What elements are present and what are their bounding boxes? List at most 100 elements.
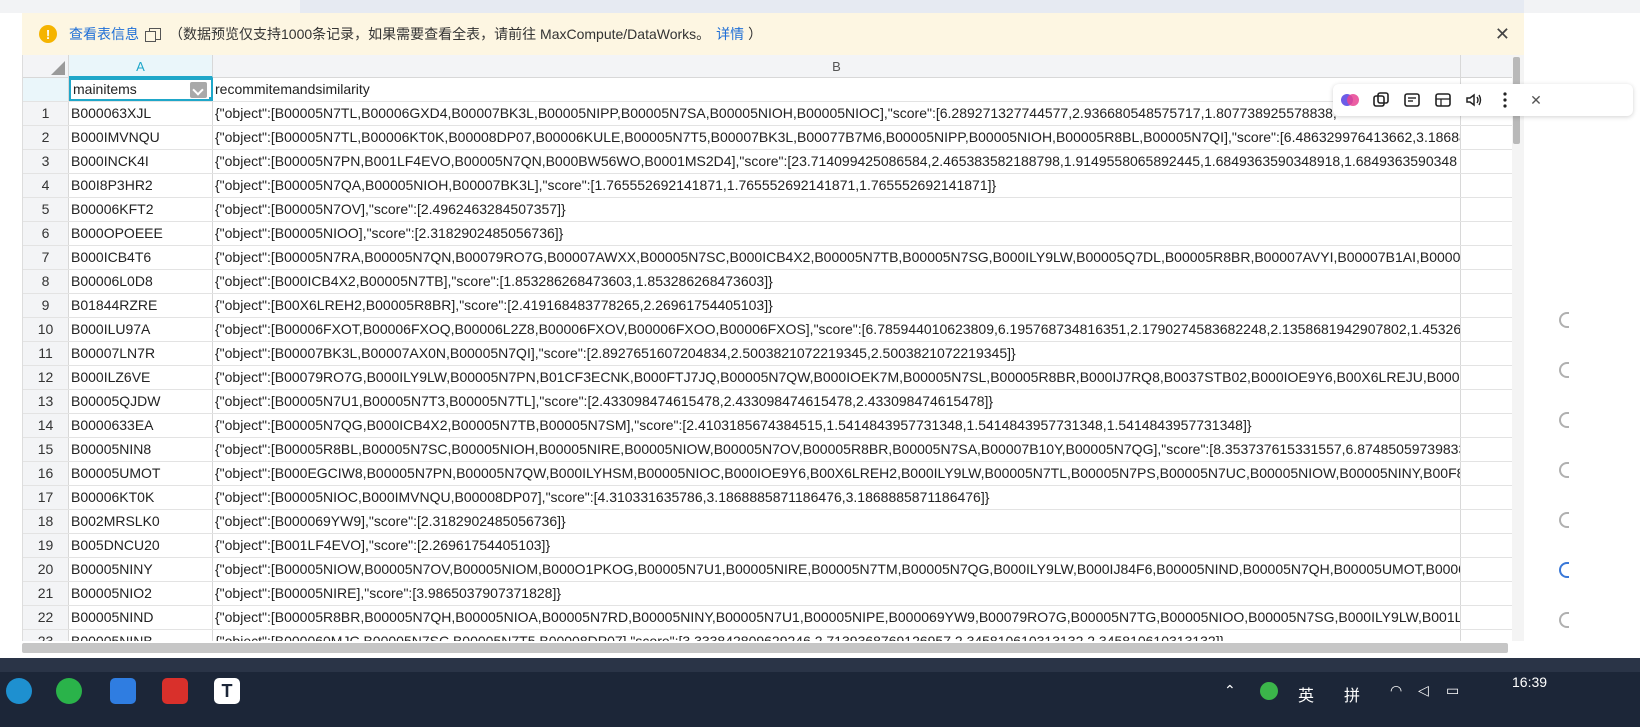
- settings-icon[interactable]: [1559, 412, 1569, 428]
- cell-recommitemandsimilarity[interactable]: {"object":[B00005N7RA,B00005N7QN,B00079R…: [213, 246, 1461, 269]
- cell-mainitems[interactable]: B000ILU97A: [69, 318, 213, 341]
- cell-recommitemandsimilarity[interactable]: {"object":[B00005NIOW,B00005N7OV,B00005N…: [213, 558, 1461, 581]
- toolbar-close-icon[interactable]: ✕: [1525, 89, 1547, 111]
- ime-language[interactable]: 英: [1298, 682, 1314, 706]
- cell-mainitems[interactable]: B01844RZRE: [69, 294, 213, 317]
- cell-recommitemandsimilarity[interactable]: {"object":[B000060MJC,B00005N7SC,B00005N…: [213, 630, 1461, 641]
- cell-recommitemandsimilarity[interactable]: {"object":[B00005R8BL,B00005N7SC,B00005N…: [213, 438, 1461, 461]
- cell-mainitems[interactable]: B00006KFT2: [69, 198, 213, 221]
- cell-mainitems[interactable]: B000ILZ6VE: [69, 366, 213, 389]
- column-header-a[interactable]: A: [69, 55, 213, 78]
- filter-dropdown-icon[interactable]: [190, 82, 207, 98]
- row-number[interactable]: 17: [23, 486, 69, 509]
- details-link[interactable]: 详情: [716, 24, 744, 44]
- horizontal-scrollbar[interactable]: [22, 643, 1508, 653]
- header-cell-recommitemandsimilarity[interactable]: recommitemandsimilarity: [213, 78, 1461, 101]
- row-number[interactable]: 12: [23, 366, 69, 389]
- cell-recommitemandsimilarity[interactable]: {"object":[B00007BK3L,B00007AX0N,B00005N…: [213, 342, 1461, 365]
- side-tool-icon[interactable]: [1559, 512, 1569, 528]
- row-number[interactable]: 6: [23, 222, 69, 245]
- cell-recommitemandsimilarity[interactable]: {"object":[B00005N7OV],"score":[2.496246…: [213, 198, 1461, 221]
- text-app-icon[interactable]: T: [214, 678, 240, 704]
- edge-browser-icon[interactable]: [6, 678, 32, 704]
- cell-mainitems[interactable]: B000IMVNQU: [69, 126, 213, 149]
- row-number[interactable]: 2: [23, 126, 69, 149]
- side-tool-icon[interactable]: [1559, 362, 1569, 378]
- cell-recommitemandsimilarity[interactable]: {"object":[B00005N7TL,B00006KT0K,B00008D…: [213, 126, 1461, 149]
- cell-recommitemandsimilarity[interactable]: {"object":[B00005N7QG,B000ICB4X2,B00005N…: [213, 414, 1461, 437]
- close-icon[interactable]: ✕: [1495, 24, 1510, 45]
- tray-app-icon[interactable]: [1260, 682, 1278, 700]
- row-number[interactable]: 18: [23, 510, 69, 533]
- cell-recommitemandsimilarity[interactable]: {"object":[B001LF4EVO],"score":[2.269617…: [213, 534, 1461, 557]
- side-assistant-icon[interactable]: [1559, 562, 1569, 578]
- row-number[interactable]: 13: [23, 390, 69, 413]
- cell-recommitemandsimilarity[interactable]: {"object":[B000EGCIW8,B00005N7PN,B00005N…: [213, 462, 1461, 485]
- cell-mainitems[interactable]: B00007LN7R: [69, 342, 213, 365]
- row-number[interactable]: 19: [23, 534, 69, 557]
- cell-mainitems[interactable]: B002MRSLK0: [69, 510, 213, 533]
- cell-mainitems[interactable]: B00006L0D8: [69, 270, 213, 293]
- cell-mainitems[interactable]: B000ICB4T6: [69, 246, 213, 269]
- row-number[interactable]: 16: [23, 462, 69, 485]
- cart-icon[interactable]: [1559, 312, 1569, 328]
- cell-mainitems[interactable]: B000OPOEEE: [69, 222, 213, 245]
- cell-mainitems[interactable]: B00005NINY: [69, 558, 213, 581]
- row-number[interactable]: 3: [23, 150, 69, 173]
- row-number[interactable]: 1: [23, 102, 69, 125]
- tray-expand-icon[interactable]: ⌃: [1224, 682, 1236, 699]
- side-tool-icon[interactable]: [1559, 612, 1569, 628]
- row-number[interactable]: 14: [23, 414, 69, 437]
- row-number[interactable]: 5: [23, 198, 69, 221]
- cell-mainitems[interactable]: B0000633EA: [69, 414, 213, 437]
- cell-recommitemandsimilarity[interactable]: {"object":[B000069YW9],"score":[2.318290…: [213, 510, 1461, 533]
- table-icon[interactable]: [1432, 89, 1454, 111]
- notes-icon[interactable]: [1401, 89, 1423, 111]
- cell-mainitems[interactable]: B00005QJDW: [69, 390, 213, 413]
- feishu-icon[interactable]: [110, 678, 136, 704]
- cell-mainitems[interactable]: B00005UMOT: [69, 462, 213, 485]
- cell-recommitemandsimilarity[interactable]: {"object":[B00005N7TL,B00006GXD4,B00007B…: [213, 102, 1461, 125]
- row-number[interactable]: 10: [23, 318, 69, 341]
- column-header-b[interactable]: B: [213, 55, 1461, 78]
- cell-recommitemandsimilarity[interactable]: {"object":[B00005NIOO],"score":[2.318290…: [213, 222, 1461, 245]
- select-all-corner[interactable]: [23, 55, 69, 78]
- speaker-icon[interactable]: [1463, 89, 1485, 111]
- cell-mainitems[interactable]: B00005NIO2: [69, 582, 213, 605]
- cell-mainitems[interactable]: B00I8P3HR2: [69, 174, 213, 197]
- row-number[interactable]: 21: [23, 582, 69, 605]
- row-number[interactable]: 4: [23, 174, 69, 197]
- vertical-scrollbar[interactable]: [1512, 55, 1524, 641]
- cell-recommitemandsimilarity[interactable]: {"object":[B00005NIOC,B000IMVNQU,B00008D…: [213, 486, 1461, 509]
- cell-recommitemandsimilarity[interactable]: {"object":[B000ICB4X2,B00005N7TB],"score…: [213, 270, 1461, 293]
- cell-recommitemandsimilarity[interactable]: {"object":[B00005N7QA,B00005NIOH,B00007B…: [213, 174, 1461, 197]
- ime-mode[interactable]: 拼: [1344, 682, 1360, 706]
- header-cell-mainitems[interactable]: mainitems: [69, 78, 213, 101]
- row-number[interactable]: 22: [23, 606, 69, 629]
- cell-recommitemandsimilarity[interactable]: {"object":[B00005R8BR,B00005N7QH,B00005N…: [213, 606, 1461, 629]
- wps-icon[interactable]: [162, 678, 188, 704]
- side-tool-icon[interactable]: [1559, 462, 1569, 478]
- cell-mainitems[interactable]: B000063XJL: [69, 102, 213, 125]
- cell-recommitemandsimilarity[interactable]: {"object":[B00005N7U1,B00005N7T3,B00005N…: [213, 390, 1461, 413]
- view-table-info-link[interactable]: 查看表信息: [69, 24, 139, 44]
- cell-recommitemandsimilarity[interactable]: {"object":[B00006FXOT,B00006FXOQ,B00006L…: [213, 318, 1461, 341]
- row-number[interactable]: [23, 78, 69, 101]
- cell-mainitems[interactable]: B00005NIN8: [69, 438, 213, 461]
- cell-recommitemandsimilarity[interactable]: {"object":[B00005N7PN,B001LF4EVO,B00005N…: [213, 150, 1461, 173]
- row-number[interactable]: 23: [23, 630, 69, 641]
- open-external-icon[interactable]: [145, 28, 161, 42]
- row-number[interactable]: 11: [23, 342, 69, 365]
- row-number[interactable]: 15: [23, 438, 69, 461]
- clock[interactable]: 16:39: [1512, 674, 1547, 690]
- wechat-icon[interactable]: [56, 678, 82, 704]
- volume-icon[interactable]: ◁: [1418, 682, 1429, 699]
- ai-brain-icon[interactable]: [1339, 89, 1361, 111]
- cell-mainitems[interactable]: B00006KT0K: [69, 486, 213, 509]
- more-icon[interactable]: [1494, 89, 1516, 111]
- cell-mainitems[interactable]: B00005NINB: [69, 630, 213, 641]
- row-number[interactable]: 20: [23, 558, 69, 581]
- cell-recommitemandsimilarity[interactable]: {"object":[B00079RO7G,B000ILY9LW,B00005N…: [213, 366, 1461, 389]
- row-number[interactable]: 7: [23, 246, 69, 269]
- battery-icon[interactable]: ▭: [1446, 682, 1459, 699]
